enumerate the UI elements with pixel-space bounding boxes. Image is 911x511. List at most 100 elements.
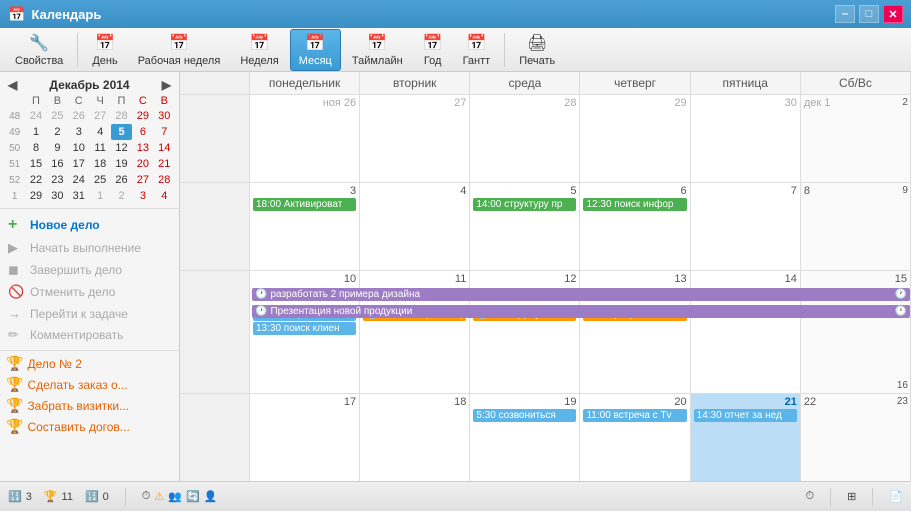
minimize-button[interactable]: –: [835, 5, 855, 23]
toolbar-workweek[interactable]: 📅 Рабочая неделя: [129, 29, 230, 71]
mini-day[interactable]: 15: [25, 156, 46, 172]
mini-day[interactable]: 4: [154, 188, 175, 204]
toolbar-gantt[interactable]: 📅 Гантт: [454, 29, 500, 71]
mini-day[interactable]: 25: [89, 172, 110, 188]
cal-day[interactable]: 19 5:30 созвониться: [470, 394, 580, 481]
toolbar-year[interactable]: 📅 Год: [414, 29, 452, 71]
mini-day[interactable]: 21: [154, 156, 175, 172]
mini-day[interactable]: 26: [68, 108, 89, 124]
mini-day[interactable]: 28: [111, 108, 132, 124]
mini-day[interactable]: 23: [47, 172, 68, 188]
mini-day[interactable]: 27: [132, 172, 153, 188]
list-item[interactable]: 🏆 Забрать визитки...: [0, 395, 179, 416]
header-tuesday: вторник: [360, 72, 470, 94]
cal-day[interactable]: 28: [470, 95, 580, 182]
spanning-event-1[interactable]: 🕐 разработать 2 примера дизайна 🕐: [252, 288, 910, 301]
mini-day[interactable]: 29: [132, 108, 153, 124]
cal-day[interactable]: 21 14:30 отчет за нед: [691, 394, 801, 481]
cal-day[interactable]: 8 9: [801, 183, 911, 270]
list-item[interactable]: 🏆 Сделать заказ о...: [0, 374, 179, 395]
mini-day[interactable]: 2: [47, 124, 68, 140]
mini-day[interactable]: 16: [47, 156, 68, 172]
mini-day[interactable]: 26: [111, 172, 132, 188]
calendar-event[interactable]: 18:00 Активироват: [253, 198, 356, 211]
day-header-sun: В: [154, 94, 175, 108]
toolbar-month[interactable]: 📅 Месяц: [290, 29, 341, 71]
calendar-event[interactable]: 13:30 поиск клиен: [253, 322, 356, 335]
mini-day[interactable]: 24: [68, 172, 89, 188]
mini-day[interactable]: 12: [111, 140, 132, 156]
maximize-button[interactable]: □: [859, 5, 879, 23]
add-icon: +: [8, 216, 24, 234]
sidebar: ◀ Декабрь 2014 ▶ П В С Ч П С В: [0, 72, 180, 481]
comment-task-label: Комментировать: [30, 328, 123, 342]
prev-month-btn[interactable]: ◀: [8, 78, 17, 92]
calendar-event[interactable]: 14:00 структуру пр: [473, 198, 576, 211]
next-month-btn[interactable]: ▶: [162, 78, 171, 92]
list-item[interactable]: 🏆 Составить догов...: [0, 416, 179, 437]
day-number: 11: [455, 273, 466, 285]
mini-day[interactable]: 8: [25, 140, 46, 156]
cal-day[interactable]: дек 1 2: [801, 95, 911, 182]
mini-day[interactable]: 22: [25, 172, 46, 188]
toolbar-week[interactable]: 📅 Неделя: [231, 29, 287, 71]
mini-day[interactable]: 2: [111, 188, 132, 204]
new-task-action[interactable]: + Новое дело: [0, 213, 179, 237]
status-count-2: 🏆 11: [44, 490, 73, 503]
calendar-header: понедельник вторник среда четверг пятниц…: [180, 72, 911, 95]
mini-day[interactable]: 17: [68, 156, 89, 172]
cal-day[interactable]: 18: [360, 394, 470, 481]
mini-day[interactable]: 10: [68, 140, 89, 156]
list-item[interactable]: 🏆 Дело № 2: [0, 353, 179, 374]
start-task-label: Начать выполнение: [30, 241, 141, 255]
status-icon-1[interactable]: ⏱ ⚠ 👥 🔄 👤: [142, 490, 218, 503]
mini-day[interactable]: 9: [47, 140, 68, 156]
day-header-tue: В: [47, 94, 68, 108]
cal-day[interactable]: 5 14:00 структуру пр: [470, 183, 580, 270]
mini-day[interactable]: 30: [47, 188, 68, 204]
toolbar-day[interactable]: 📅 День: [83, 29, 126, 71]
mini-day[interactable]: 20: [132, 156, 153, 172]
mini-day[interactable]: 31: [68, 188, 89, 204]
mini-day[interactable]: 13: [132, 140, 153, 156]
mini-day[interactable]: 29: [25, 188, 46, 204]
toolbar-properties[interactable]: 🔧 Свойства: [6, 29, 72, 71]
close-button[interactable]: ✕: [883, 5, 903, 23]
mini-day[interactable]: 7: [154, 124, 175, 140]
cal-day[interactable]: 7: [691, 183, 801, 270]
toolbar-print[interactable]: 🖨 Печать: [510, 29, 564, 71]
cal-day[interactable]: 4: [360, 183, 470, 270]
mini-day[interactable]: 24: [25, 108, 46, 124]
cal-day[interactable]: 20 11:00 встреча с Тv: [580, 394, 690, 481]
mini-day[interactable]: 25: [47, 108, 68, 124]
calendar-event[interactable]: 11:00 встреча с Тv: [583, 409, 686, 422]
mini-day[interactable]: 6: [132, 124, 153, 140]
mini-day[interactable]: 3: [68, 124, 89, 140]
mini-day[interactable]: 4: [89, 124, 110, 140]
mini-day[interactable]: 27: [89, 108, 110, 124]
mini-day[interactable]: 18: [89, 156, 110, 172]
mini-day[interactable]: 3: [132, 188, 153, 204]
toolbar-timeline[interactable]: 📅 Таймлайн: [343, 29, 412, 71]
spanning-event-2[interactable]: 🕐 Презентация новой продукции 🕐: [252, 305, 910, 318]
cal-day[interactable]: ноя 26: [250, 95, 360, 182]
mini-day[interactable]: 28: [154, 172, 175, 188]
calendar-event[interactable]: 14:30 отчет за нед: [694, 409, 797, 422]
mini-day[interactable]: 14: [154, 140, 175, 156]
cal-day[interactable]: 29: [580, 95, 690, 182]
mini-day[interactable]: 11: [89, 140, 110, 156]
cal-day[interactable]: 22 23: [801, 394, 911, 481]
cal-day[interactable]: 30: [691, 95, 801, 182]
cal-day[interactable]: 17: [250, 394, 360, 481]
cal-day[interactable]: 3 18:00 Активироват: [250, 183, 360, 270]
mini-day[interactable]: 1: [25, 124, 46, 140]
cal-day[interactable]: 27: [360, 95, 470, 182]
calendar-event[interactable]: 12:30 поиск инфор: [583, 198, 686, 211]
main-container: ◀ Декабрь 2014 ▶ П В С Ч П С В: [0, 72, 911, 481]
mini-day-today[interactable]: 5: [111, 124, 132, 140]
cal-day[interactable]: 6 12:30 поиск инфор: [580, 183, 690, 270]
mini-day[interactable]: 1: [89, 188, 110, 204]
mini-day[interactable]: 30: [154, 108, 175, 124]
calendar-event[interactable]: 5:30 созвониться: [473, 409, 576, 422]
mini-day[interactable]: 19: [111, 156, 132, 172]
